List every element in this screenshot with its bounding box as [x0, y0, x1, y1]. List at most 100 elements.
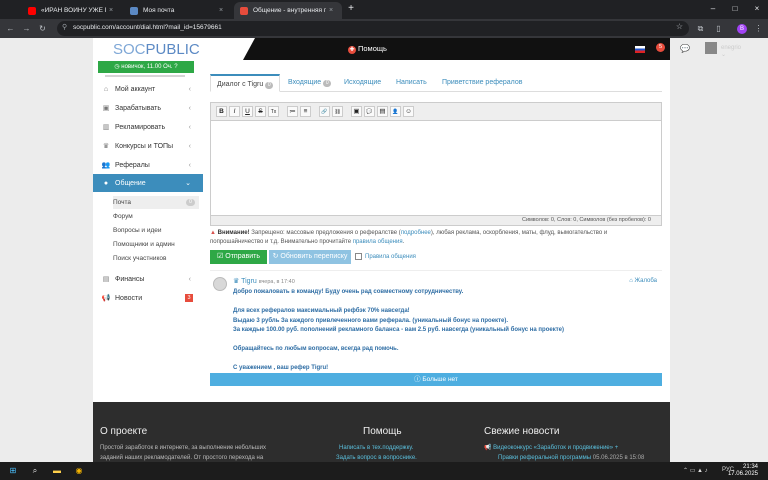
user-button[interactable]: 👤: [390, 106, 401, 117]
underline-button[interactable]: U: [242, 106, 253, 117]
chat-bubbles-icon[interactable]: 💬: [680, 44, 690, 53]
lifebuoy-icon: ✚: [348, 46, 356, 54]
mail-count-badge: 0: [186, 199, 195, 206]
tray-icons[interactable]: ⌃ ▭ ▲ ♪: [683, 467, 708, 474]
back-icon[interactable]: ←: [4, 22, 17, 35]
sidebar-item-account[interactable]: ⌂ Мой аккаунт ‹: [93, 80, 203, 98]
sidebar-item-advertise[interactable]: ▥ Рекламировать ‹: [93, 118, 203, 136]
browser-tab-mail[interactable]: Моя почта ×: [124, 2, 232, 19]
warning-icon: ▲: [210, 230, 216, 236]
strike-button[interactable]: S: [255, 106, 266, 117]
send-button[interactable]: ☑ Отправить: [210, 250, 267, 264]
system-clock[interactable]: 21:34 17.06.2025: [728, 464, 758, 478]
user-avatar[interactable]: [705, 42, 717, 54]
quote-button[interactable]: 💬: [364, 106, 375, 117]
emoji-button[interactable]: ☺: [403, 106, 414, 117]
profile-avatar[interactable]: B: [737, 24, 747, 34]
footer-news-link-1[interactable]: 📢 Видеоконкурс «Заработок и продвижение»…: [484, 443, 618, 453]
sidebar-item-referrals[interactable]: 👥 Рефералы ‹: [93, 156, 203, 174]
chrome-icon[interactable]: ◉: [74, 466, 84, 476]
wallet-icon: ▤: [102, 276, 110, 283]
address-bar[interactable]: ⚲ socpublic.com/account/dial.html?mail_i…: [57, 21, 689, 36]
sidebar-subitem-questions[interactable]: Вопросы и идеи: [113, 224, 199, 237]
footer-news-title: Свежие новости: [484, 426, 560, 437]
image-button[interactable]: ▣: [351, 106, 362, 117]
windows-start-icon[interactable]: ⊞: [8, 466, 18, 476]
site-logo[interactable]: SOCPUBLIC: [93, 38, 243, 60]
sidebar-item-communication[interactable]: ● Общение ⌄: [93, 174, 209, 192]
sidebar-subitem-helpers[interactable]: Помощники и админ: [113, 238, 199, 251]
windows-taskbar: ⊞ ⌕ ▬ ◉ ⌃ ▭ ▲ ♪ РУС 21:34 17.06.2025: [0, 462, 768, 480]
chevron-left-icon: ‹: [188, 161, 191, 169]
refresh-conversation-button[interactable]: ↻ Обновить переписку: [269, 250, 351, 264]
close-tab-icon[interactable]: ×: [106, 7, 116, 14]
link-button[interactable]: 🔗: [319, 106, 330, 117]
file-explorer-icon[interactable]: ▬: [52, 466, 62, 476]
sidebar-item-news[interactable]: 📢 Новости 3: [93, 289, 203, 307]
footer-about-title: О проекте: [100, 426, 148, 437]
tab-inbox[interactable]: Входящие 0: [282, 74, 337, 92]
chevron-left-icon: ‹: [188, 85, 191, 93]
sidebar-subitem-forum[interactable]: Форум: [113, 210, 199, 223]
ordered-list-button[interactable]: ≔: [287, 106, 298, 117]
no-more-bar: ⓘ Больше нет: [210, 373, 662, 386]
new-tab-icon[interactable]: +: [345, 3, 357, 15]
minimize-icon[interactable]: –: [702, 2, 724, 16]
home-icon: ⌂: [103, 85, 109, 93]
italic-button[interactable]: I: [229, 106, 240, 117]
sidebar-item-finance[interactable]: ▤ Финансы ‹: [93, 270, 203, 288]
rules-link[interactable]: правила общения: [353, 239, 403, 245]
url-text[interactable]: socpublic.com/account/dial.html?mail_id=…: [73, 24, 222, 31]
sidebar-subitem-mail[interactable]: Почта 0: [113, 196, 199, 209]
search-icon[interactable]: ⌕: [30, 466, 40, 476]
message-editor[interactable]: B I U S Tx ≔ ≡ 🔗 ⛓ ▣ 💬 ▤ 👤 ☺ Символов: 0…: [210, 102, 662, 226]
notifications-badge[interactable]: 5: [656, 43, 665, 52]
main-content: Диалог с Tigru 0 Входящие 0 Исходящие Напи…: [203, 60, 670, 402]
footer-support-link[interactable]: Написать в тех.поддержку.: [339, 443, 413, 453]
browser-tab-active[interactable]: Общение - внутренняя почта ×: [234, 2, 342, 19]
clear-format-button[interactable]: Tx: [268, 106, 279, 117]
language-flag-icon[interactable]: [635, 46, 645, 53]
sender-name[interactable]: Tigru: [241, 278, 257, 285]
details-link[interactable]: подробнее: [401, 230, 431, 236]
sidebar-item-earn[interactable]: ▣ Зарабатывать ‹: [93, 99, 203, 117]
browser-toolbar: ← → ↻ ⚲ socpublic.com/account/dial.html?…: [0, 19, 768, 38]
code-button[interactable]: ▤: [377, 106, 388, 117]
tab-outbox[interactable]: Исходящие: [338, 74, 387, 92]
user-status-badge[interactable]: ◷ новичок, 11.00 Оч. ?: [98, 61, 194, 73]
menu-kebab-icon[interactable]: ⋮: [752, 22, 765, 35]
close-tab-icon[interactable]: ×: [216, 7, 226, 14]
sidepanel-icon[interactable]: ▯: [712, 22, 725, 35]
unordered-list-button[interactable]: ≡: [300, 106, 311, 117]
user-menu[interactable]: enegrio ⌄: [721, 45, 741, 58]
sidebar-subitem-search[interactable]: Поиск участников: [113, 252, 199, 265]
help-link[interactable]: ✚ Помощь: [348, 44, 387, 54]
rules-button[interactable]: Правила общения: [355, 253, 416, 260]
users-icon: 👥: [101, 162, 111, 169]
tab-welcome-referrals[interactable]: Приветствие рефералов: [436, 74, 528, 92]
site-info-icon[interactable]: ⚲: [62, 23, 67, 31]
bold-button[interactable]: B: [216, 106, 227, 117]
chart-icon: ▥: [102, 124, 110, 131]
close-tab-icon[interactable]: ×: [326, 7, 336, 14]
youtube-favicon-icon: [28, 6, 36, 15]
tab-dialog[interactable]: Диалог с Tigru 0: [210, 74, 281, 92]
unlink-button[interactable]: ⛓: [332, 106, 343, 117]
browser-tab-youtube[interactable]: «ИРАН ВОЙНУ УЖЕ ПРОИГРАЛ»... ×: [22, 2, 122, 19]
tab-write[interactable]: Написать: [390, 74, 433, 92]
extensions-icon[interactable]: ⧉: [694, 22, 707, 35]
status-progress-bar: [105, 75, 185, 77]
forward-icon[interactable]: →: [20, 22, 33, 35]
sender-avatar[interactable]: [213, 277, 227, 291]
maximize-icon[interactable]: □: [724, 2, 746, 16]
character-counter: Символов: 0, Слов: 0, Символов (без проб…: [521, 217, 651, 223]
reload-icon[interactable]: ↻: [36, 22, 49, 35]
news-count-badge: 3: [185, 294, 193, 302]
sidebar: ◷ новичок, 11.00 Оч. ? ⌂ Мой аккаунт ‹ ▣ За…: [93, 60, 209, 402]
trophy-icon: ♛: [102, 143, 110, 150]
bookmark-star-icon[interactable]: ☆: [676, 22, 683, 31]
close-window-icon[interactable]: ×: [746, 2, 768, 16]
sidebar-item-contests[interactable]: ♛ Конкурсы и ТОПы ‹: [93, 137, 203, 155]
complain-link[interactable]: ⌂ Жалоба: [629, 278, 657, 284]
message-time: вчера, в 17:40: [258, 279, 295, 285]
